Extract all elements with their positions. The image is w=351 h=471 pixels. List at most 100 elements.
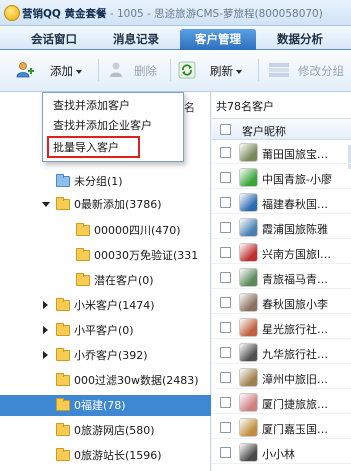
- delete-button[interactable]: 删除: [134, 62, 157, 80]
- nickname-column-header[interactable]: 客户昵称: [242, 123, 286, 139]
- customer-row[interactable]: 青旅福马青…: [212, 266, 351, 289]
- tab-conversation[interactable]: 会话窗口: [18, 29, 90, 50]
- avatar-icon: [239, 368, 258, 387]
- highlight-box: [47, 136, 140, 158]
- toolbar: 添加 删除 刷新 修改分组: [0, 50, 351, 92]
- menu-item-find-add-customer[interactable]: 查找并添加客户: [53, 97, 130, 115]
- customer-row[interactable]: 厦门嘉玉国…: [212, 416, 351, 439]
- app-title: 营销QQ 黄金套餐: [22, 8, 107, 20]
- folder-icon: [56, 174, 70, 187]
- customer-nickname: 霞浦国旅陈雅: [262, 223, 328, 236]
- folder-icon: [56, 423, 70, 436]
- customer-row[interactable]: 星光旅行社…: [212, 316, 351, 339]
- tab-customer-management[interactable]: 客户管理: [180, 29, 256, 50]
- add-button[interactable]: 添加: [50, 62, 82, 80]
- row-checkbox[interactable]: [220, 422, 231, 433]
- expand-arrow-icon[interactable]: [43, 351, 48, 359]
- customer-nickname: 福建春秋国…: [262, 198, 328, 211]
- collapse-arrow-icon[interactable]: [42, 202, 50, 207]
- tree-item-label: 000过滤30w数据(2483): [74, 374, 199, 387]
- customer-row[interactable]: 兴南方国旅l…: [212, 241, 351, 264]
- tree-item-label: 小米客户(1474): [74, 299, 155, 312]
- row-checkbox[interactable]: [220, 272, 231, 283]
- row-checkbox[interactable]: [220, 372, 231, 383]
- tab-message-history[interactable]: 消息记录: [100, 29, 172, 50]
- row-checkbox[interactable]: [220, 297, 231, 308]
- toolbar-divider: [98, 59, 99, 81]
- tree-item-latest-added[interactable]: 0最新添加(3786): [0, 194, 211, 215]
- customer-nickname: 九华旅行社…: [262, 348, 328, 361]
- customer-row[interactable]: 厦门捷旅旅…: [212, 391, 351, 414]
- tree-item-label: 0旅游站长(1596): [74, 449, 162, 462]
- row-checkbox[interactable]: [220, 247, 231, 258]
- tree-item-ungrouped[interactable]: 未分组(1): [0, 171, 211, 192]
- tree-item-travel-webmaster[interactable]: 0旅游站长(1596): [0, 445, 211, 466]
- tree-item-label: 小乔客户(392): [74, 349, 148, 362]
- edit-group-button[interactable]: 修改分组: [298, 62, 344, 80]
- window-title: 营销QQ 黄金套餐 - 1005 - 思途旅游CMS-萝旅程(800058070…: [22, 6, 323, 21]
- tree-item-label: 0旅游网店(580): [74, 424, 155, 437]
- toolbar-divider: [170, 59, 171, 81]
- edit-group-icon: [269, 63, 289, 77]
- customer-row[interactable]: 中国青旅-小廖: [212, 166, 351, 189]
- toolbar-divider: [258, 59, 259, 81]
- row-checkbox[interactable]: [220, 322, 231, 333]
- chevron-down-icon: [236, 69, 242, 74]
- tree-item-xiaomi[interactable]: 小米客户(1474): [0, 295, 211, 316]
- avatar-icon: [239, 243, 258, 262]
- row-checkbox[interactable]: [220, 172, 231, 183]
- customer-row[interactable]: 莆田国旅宝…: [212, 141, 351, 164]
- avatar-icon: [239, 418, 258, 437]
- tree-item-filtered[interactable]: 000过滤30w数据(2483): [0, 370, 211, 391]
- refresh-icon: [178, 61, 196, 79]
- row-checkbox[interactable]: [220, 397, 231, 408]
- customer-row[interactable]: 九华旅行社…: [212, 341, 351, 364]
- tree-item-no-verify[interactable]: 00030万免验证(331: [0, 245, 211, 266]
- account-title: - 1005 - 思途旅游CMS-萝旅程(800058070): [109, 8, 323, 20]
- expand-arrow-icon[interactable]: [43, 326, 48, 334]
- avatar-icon: [239, 293, 258, 312]
- customer-row[interactable]: 福建春秋国…: [212, 191, 351, 214]
- main-tabs: 会话窗口 消息记录 客户管理 数据分析: [0, 26, 351, 50]
- folder-icon: [56, 197, 70, 210]
- tree-item-fujian[interactable]: 0福建(78): [0, 395, 211, 416]
- customer-row[interactable]: 霞浦国旅陈雅: [212, 216, 351, 239]
- tree-item-xiaoqiao[interactable]: 小乔客户(392): [0, 345, 211, 366]
- row-checkbox[interactable]: [220, 197, 231, 208]
- customer-list-panel: 共78名客户 客户昵称 莆田国旅宝… 中国青旅-小廖 福建春秋国… 霞浦国旅陈雅 兴南方…: [212, 92, 351, 471]
- tree-item-potential[interactable]: 潜在客户(0): [0, 270, 211, 291]
- avatar-icon: [239, 393, 258, 412]
- customer-nickname: 莆田国旅宝…: [262, 148, 328, 161]
- folder-icon: [76, 248, 90, 261]
- customer-nickname: 中国青旅-小廖: [262, 173, 332, 186]
- expand-arrow-icon[interactable]: [43, 301, 48, 309]
- row-checkbox[interactable]: [220, 222, 231, 233]
- folder-icon: [56, 373, 70, 386]
- refresh-button[interactable]: 刷新: [210, 62, 242, 80]
- customer-row[interactable]: 春秋国旅小李: [212, 291, 351, 314]
- tree-item-sichuan[interactable]: 00000四川(470): [0, 220, 211, 241]
- row-checkbox[interactable]: [220, 447, 231, 458]
- qq-logo-icon: [4, 5, 20, 21]
- folder-icon: [56, 298, 70, 311]
- avatar-icon: [239, 168, 258, 187]
- tree-item-label: 0福建(78): [74, 399, 126, 412]
- row-checkbox[interactable]: [220, 347, 231, 358]
- delete-user-icon: [110, 62, 122, 77]
- avatar-icon: [239, 343, 258, 362]
- avatar-icon: [239, 143, 258, 162]
- customer-row[interactable]: 小小林: [212, 441, 351, 464]
- tree-item-travel-shop[interactable]: 0旅游网店(580): [0, 420, 211, 441]
- folder-icon: [56, 323, 70, 336]
- customer-nickname: 厦门捷旅旅…: [262, 398, 328, 411]
- select-all-checkbox[interactable]: [220, 124, 231, 135]
- tree-item-label: 00030万免验证(331: [94, 249, 199, 262]
- row-checkbox[interactable]: [220, 147, 231, 158]
- avatar-icon: [239, 218, 258, 237]
- customer-row[interactable]: 漳州中旅旧…: [212, 366, 351, 389]
- chevron-down-icon: [76, 69, 82, 74]
- tab-data-analysis[interactable]: 数据分析: [264, 29, 336, 50]
- menu-item-find-add-enterprise[interactable]: 查找并添加企业客户: [53, 117, 152, 135]
- tree-item-xiaoping[interactable]: 小平客户(0): [0, 320, 211, 341]
- customer-nickname: 青旅福马青…: [262, 273, 328, 286]
